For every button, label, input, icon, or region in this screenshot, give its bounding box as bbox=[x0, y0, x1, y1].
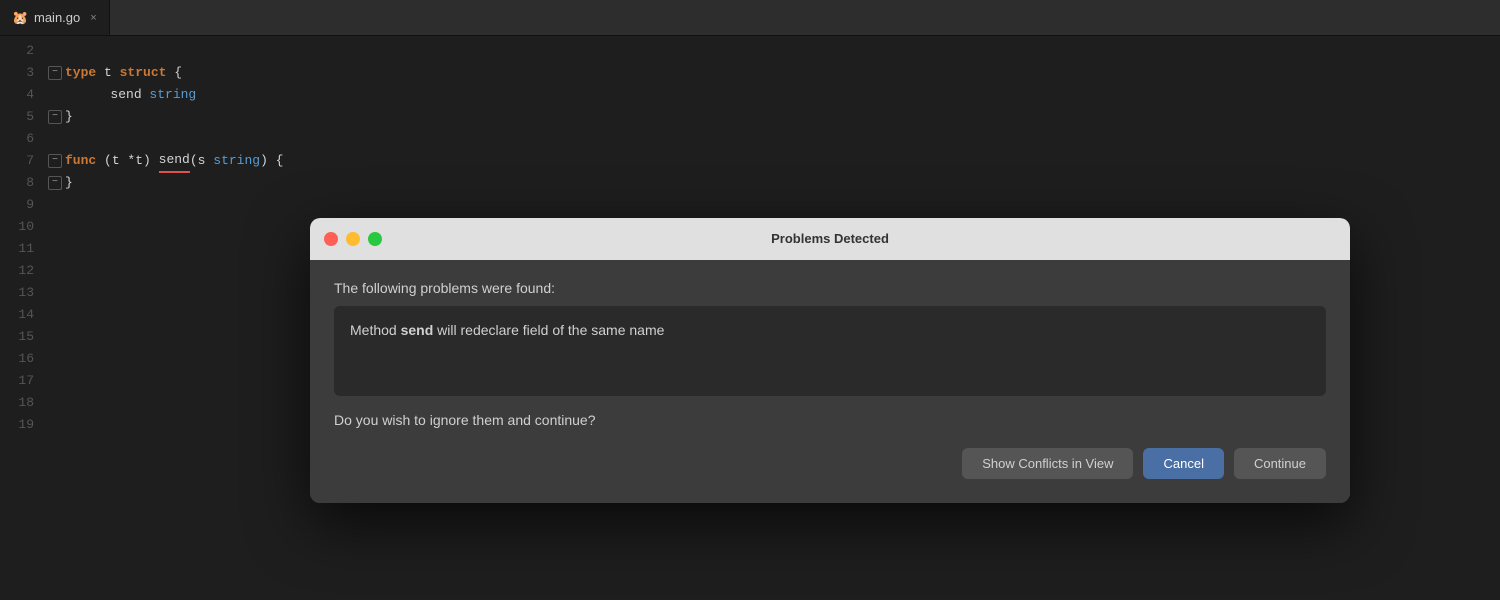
dialog-titlebar: Problems Detected bbox=[310, 218, 1350, 260]
problems-detected-dialog: Problems Detected The following problems… bbox=[310, 218, 1350, 503]
continue-button[interactable]: Continue bbox=[1234, 448, 1326, 479]
message-text-before: Method bbox=[350, 322, 401, 338]
dialog-minimize-button[interactable] bbox=[346, 232, 360, 246]
dialog-intro: The following problems were found: bbox=[334, 280, 1326, 296]
dialog-overlay: Problems Detected The following problems… bbox=[0, 0, 1500, 600]
show-conflicts-button[interactable]: Show Conflicts in View bbox=[962, 448, 1133, 479]
titlebar-buttons bbox=[324, 232, 382, 246]
dialog-message-box: Method send will redeclare field of the … bbox=[334, 306, 1326, 396]
message-text-after: will redeclare field of the same name bbox=[433, 322, 664, 338]
dialog-message: Method send will redeclare field of the … bbox=[350, 320, 1310, 341]
editor-container: 🐹 main.go × 2 3 4 5 6 7 8 9 10 11 12 13 … bbox=[0, 0, 1500, 600]
dialog-buttons: Show Conflicts in View Cancel Continue bbox=[334, 448, 1326, 479]
dialog-title: Problems Detected bbox=[771, 231, 889, 246]
dialog-body: The following problems were found: Metho… bbox=[310, 260, 1350, 503]
dialog-question: Do you wish to ignore them and continue? bbox=[334, 412, 1326, 428]
cancel-button[interactable]: Cancel bbox=[1143, 448, 1223, 479]
dialog-maximize-button[interactable] bbox=[368, 232, 382, 246]
dialog-close-button[interactable] bbox=[324, 232, 338, 246]
message-bold-send: send bbox=[401, 322, 434, 338]
